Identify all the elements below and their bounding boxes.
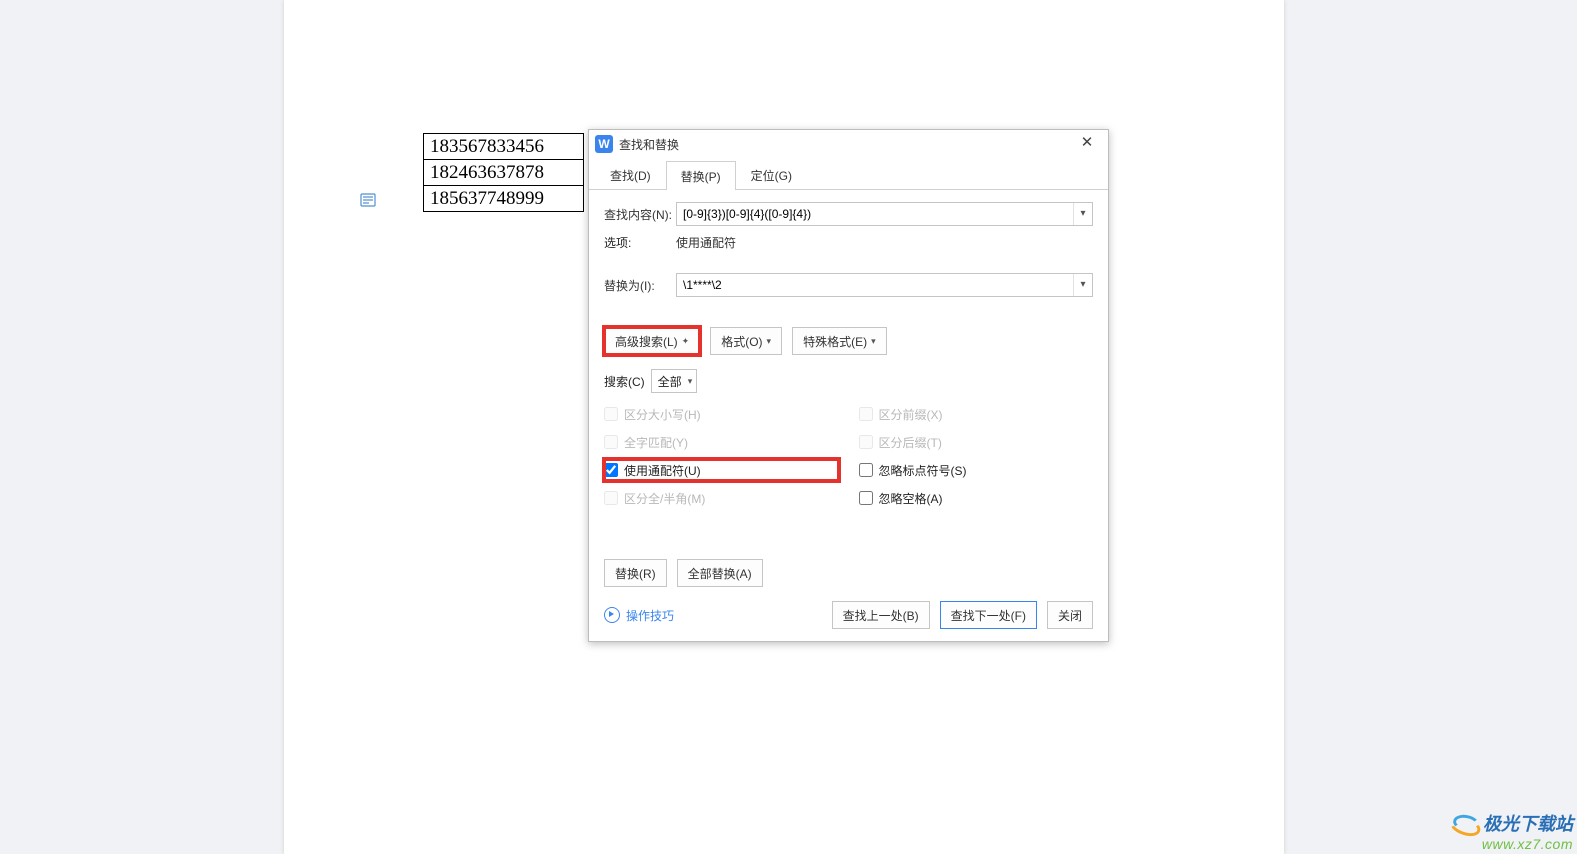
watermark-url: www.xz7.com: [1449, 836, 1573, 852]
tips-link[interactable]: 操作技巧: [604, 607, 674, 624]
find-next-button[interactable]: 查找下一处(F): [940, 601, 1037, 629]
phone-table[interactable]: 183567833456 182463637878 185637748999: [423, 133, 584, 212]
find-prev-button[interactable]: 查找上一处(B): [832, 601, 930, 629]
dialog-body: 查找内容(N): ▾ 选项: 使用通配符 替换为(I): ▾ 高级搜索(L) ✦…: [589, 190, 1108, 641]
checkbox: [604, 435, 618, 449]
special-format-button[interactable]: 特殊格式(E) ▾: [792, 327, 887, 355]
button-label: 高级搜索(L): [615, 333, 678, 350]
phone-cell[interactable]: 182463637878: [424, 160, 584, 186]
close-button[interactable]: 关闭: [1047, 601, 1093, 629]
search-scope-select[interactable]: 全部 ▾: [651, 369, 698, 393]
button-label: 格式(O): [721, 333, 762, 350]
search-scope-value: 全部: [658, 373, 682, 390]
checkbox-label: 全字匹配(Y): [624, 434, 688, 451]
table-row[interactable]: 183567833456: [424, 134, 584, 160]
button-label: 查找下一处(F): [951, 607, 1026, 624]
phone-cell[interactable]: 185637748999: [424, 186, 584, 212]
chevron-down-icon[interactable]: ▾: [1073, 203, 1092, 225]
check-full-half: 区分全/半角(M): [604, 487, 839, 509]
replace-with-label: 替换为(I):: [604, 277, 676, 294]
replace-with-input[interactable]: [677, 274, 1073, 296]
dialog-tabs: 查找(D) 替换(P) 定位(G): [589, 158, 1108, 190]
checkbox-label: 区分后缀(T): [879, 434, 942, 451]
app-icon: W: [595, 135, 613, 153]
checkbox-label: 区分大小写(H): [624, 406, 701, 423]
checkbox-label: 区分前缀(X): [879, 406, 943, 423]
check-prefix: 区分前缀(X): [859, 403, 1094, 425]
options-label: 选项:: [604, 234, 676, 251]
checkbox-label: 忽略空格(A): [879, 490, 943, 507]
tab-replace[interactable]: 替换(P): [666, 161, 736, 190]
dialog-titlebar[interactable]: W 查找和替换 ✕: [589, 130, 1108, 158]
phone-cell[interactable]: 183567833456: [424, 134, 584, 160]
tips-label: 操作技巧: [626, 607, 674, 624]
tab-find[interactable]: 查找(D): [595, 160, 666, 189]
chevron-down-icon: ▾: [688, 376, 693, 387]
options-value: 使用通配符: [676, 234, 736, 251]
watermark: 极光下载站 www.xz7.com: [1449, 810, 1573, 852]
checkbox-label: 使用通配符(U): [624, 462, 701, 479]
table-row[interactable]: 185637748999: [424, 186, 584, 212]
replace-with-combo[interactable]: ▾: [676, 273, 1093, 297]
button-label: 替换(R): [615, 565, 656, 582]
find-content-input[interactable]: [677, 203, 1073, 225]
replace-all-button[interactable]: 全部替换(A): [677, 559, 763, 587]
replace-button[interactable]: 替换(R): [604, 559, 667, 587]
check-ignore-space[interactable]: 忽略空格(A): [859, 487, 1094, 509]
checkbox: [604, 491, 618, 505]
watermark-swoosh-icon: [1449, 813, 1479, 833]
check-suffix: 区分后缀(T): [859, 431, 1094, 453]
close-icon[interactable]: ✕: [1066, 130, 1108, 158]
search-scope-label: 搜索(C): [604, 373, 645, 390]
check-case: 区分大小写(H): [604, 403, 839, 425]
checkbox-label: 忽略标点符号(S): [879, 462, 967, 479]
check-ignore-punct[interactable]: 忽略标点符号(S): [859, 459, 1094, 481]
checkbox: [859, 407, 873, 421]
chevron-down-icon: ▾: [871, 336, 876, 347]
find-replace-dialog: W 查找和替换 ✕ 查找(D) 替换(P) 定位(G) 查找内容(N): ▾ 选…: [588, 129, 1109, 642]
section-icon: [360, 193, 376, 209]
checkbox-label: 区分全/半角(M): [624, 490, 705, 507]
chevron-down-icon[interactable]: ▾: [1073, 274, 1092, 296]
checkbox: [859, 435, 873, 449]
watermark-title: 极光下载站: [1483, 810, 1573, 836]
checkbox[interactable]: [859, 491, 873, 505]
advanced-search-button[interactable]: 高级搜索(L) ✦: [604, 327, 700, 355]
check-wildcard[interactable]: 使用通配符(U): [604, 459, 839, 481]
tab-goto[interactable]: 定位(G): [736, 160, 807, 189]
button-label: 关闭: [1058, 607, 1082, 624]
dialog-title: 查找和替换: [619, 136, 679, 153]
checkbox: [604, 407, 618, 421]
find-content-combo[interactable]: ▾: [676, 202, 1093, 226]
checkbox[interactable]: [604, 463, 618, 477]
checkbox[interactable]: [859, 463, 873, 477]
button-label: 全部替换(A): [688, 565, 752, 582]
find-content-label: 查找内容(N):: [604, 206, 676, 223]
format-button[interactable]: 格式(O) ▾: [710, 327, 782, 355]
table-row[interactable]: 182463637878: [424, 160, 584, 186]
play-icon: [604, 607, 620, 623]
chevron-down-icon: ▾: [767, 336, 772, 347]
button-label: 查找上一处(B): [843, 607, 919, 624]
search-options-grid: 区分大小写(H) 区分前缀(X) 全字匹配(Y) 区分后缀(T) 使用通配符(U…: [604, 403, 1093, 509]
check-whole-word: 全字匹配(Y): [604, 431, 839, 453]
button-label: 特殊格式(E): [803, 333, 867, 350]
collapse-up-icon: ✦: [682, 336, 690, 347]
